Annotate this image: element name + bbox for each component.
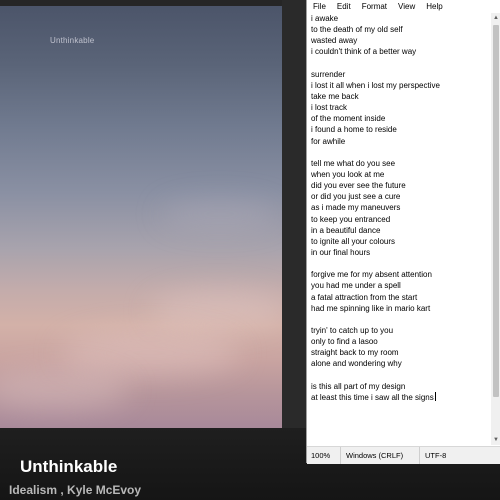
cloud xyxy=(60,330,240,376)
text-line: as i made my maneuvers xyxy=(311,202,489,213)
text-line-content: alone and wondering why xyxy=(311,359,402,369)
text-line-content: a fatal attraction from the start xyxy=(311,292,418,302)
cover-title: Unthinkable xyxy=(50,36,95,45)
scroll-up-arrow-icon[interactable]: ▲ xyxy=(491,13,500,23)
text-line: straight back to my room xyxy=(311,347,489,358)
top-strip xyxy=(0,0,306,6)
text-line-content: forgive me for my absent attention xyxy=(311,270,432,280)
text-line-content: take me back xyxy=(311,91,359,101)
text-line: did you ever see the future xyxy=(311,180,489,191)
screen: Unthinkable Unthinkable Idealism , Kyle … xyxy=(0,0,500,500)
text-line-content: at least this time i saw all the signs xyxy=(311,392,434,402)
text-line-content: in a beautiful dance xyxy=(311,225,381,235)
text-line-content: as i made my maneuvers xyxy=(311,203,401,213)
text-line: take me back xyxy=(311,91,489,102)
text-line-content: is this all part of my design xyxy=(311,381,406,391)
text-line: only to find a lasoo xyxy=(311,336,489,347)
text-line-content: tell me what do you see xyxy=(311,158,396,168)
text-line: i couldn't think of a better way xyxy=(311,46,489,57)
text-line: when you look at me xyxy=(311,169,489,180)
text-line: to ignite all your colours xyxy=(311,236,489,247)
status-bar: 100% Windows (CRLF) UTF-8 xyxy=(307,446,500,464)
text-line xyxy=(311,370,489,381)
text-line: or did you just see a cure xyxy=(311,191,489,202)
encoding: UTF-8 xyxy=(419,447,485,464)
text-line-content: to the death of my old self xyxy=(311,25,403,35)
notepad-window: File Edit Format View Help i awake to the… xyxy=(306,0,500,464)
text-editor[interactable]: i awake to the death of my old self wasted… xyxy=(311,13,489,445)
cloud xyxy=(0,370,130,410)
text-line: tryin' to catch up to you xyxy=(311,325,489,336)
text-line: alone and wondering why xyxy=(311,358,489,369)
text-line: in a beautiful dance xyxy=(311,225,489,236)
text-line xyxy=(311,258,489,269)
text-line: of the moment inside xyxy=(311,113,489,124)
text-line-content: when you look at me xyxy=(311,169,385,179)
track-title[interactable]: Unthinkable xyxy=(20,457,117,477)
scroll-thumb[interactable] xyxy=(493,25,499,397)
text-line: wasted away xyxy=(311,35,489,46)
text-caret xyxy=(434,391,436,401)
text-line: is this all part of my design xyxy=(311,381,489,392)
text-line-content: i awake xyxy=(311,14,339,23)
text-line-content: in our final hours xyxy=(311,247,371,257)
scroll-down-arrow-icon[interactable]: ▼ xyxy=(491,435,500,445)
menu-format[interactable]: Format xyxy=(356,0,392,13)
text-line: a fatal attraction from the start xyxy=(311,292,489,303)
text-line-content: straight back to my room xyxy=(311,348,399,358)
text-line-content: or did you just see a cure xyxy=(311,192,401,202)
text-line xyxy=(311,147,489,158)
text-line: i lost track xyxy=(311,102,489,113)
menu-view[interactable]: View xyxy=(392,0,420,13)
text-line-content: i lost track xyxy=(311,103,348,113)
menu-help[interactable]: Help xyxy=(420,0,447,13)
text-line: for awhile xyxy=(311,136,489,147)
vertical-scrollbar[interactable]: ▲ ▼ xyxy=(491,13,500,445)
text-line-content: i couldn't think of a better way xyxy=(311,47,417,57)
text-line-content: to keep you entranced xyxy=(311,214,391,224)
text-line: i lost it all when i lost my perspective xyxy=(311,80,489,91)
divider-strip xyxy=(282,0,306,428)
text-line xyxy=(311,58,489,69)
text-line-content: had me spinning like in mario kart xyxy=(311,303,431,313)
text-line: surrender xyxy=(311,69,489,80)
text-line: had me spinning like in mario kart xyxy=(311,303,489,314)
text-line-content: surrender xyxy=(311,69,346,79)
text-line: you had me under a spell xyxy=(311,280,489,291)
text-line-content: i found a home to reside xyxy=(311,125,397,135)
track-artists[interactable]: Idealism , Kyle McEvoy xyxy=(9,483,141,497)
text-line: to keep you entranced xyxy=(311,214,489,225)
text-line: to the death of my old self xyxy=(311,24,489,35)
menu-file[interactable]: File xyxy=(307,0,331,13)
album-cover: Unthinkable xyxy=(0,0,282,428)
cloud xyxy=(160,200,280,228)
text-line-content: for awhile xyxy=(311,136,346,146)
text-line-content: you had me under a spell xyxy=(311,281,401,291)
text-line xyxy=(311,314,489,325)
text-line-content: i lost it all when i lost my perspective xyxy=(311,80,440,90)
line-endings: Windows (CRLF) xyxy=(340,447,418,464)
text-line: in our final hours xyxy=(311,247,489,258)
text-line: i awake xyxy=(311,13,489,24)
text-line: tell me what do you see xyxy=(311,158,489,169)
text-line-content: wasted away xyxy=(311,36,358,46)
text-line-content: tryin' to catch up to you xyxy=(311,325,394,335)
zoom-level: 100% xyxy=(311,451,331,460)
menu-edit[interactable]: Edit xyxy=(331,0,356,13)
text-line-content: did you ever see the future xyxy=(311,181,406,191)
cloud xyxy=(150,290,282,330)
text-line: forgive me for my absent attention xyxy=(311,269,489,280)
text-line-content: to ignite all your colours xyxy=(311,236,396,246)
text-line-content: of the moment inside xyxy=(311,114,386,124)
text-line: at least this time i saw all the signs xyxy=(311,391,489,403)
text-line: i found a home to reside xyxy=(311,124,489,135)
text-line-content: only to find a lasoo xyxy=(311,337,378,347)
menu-bar: File Edit Format View Help xyxy=(307,0,500,13)
